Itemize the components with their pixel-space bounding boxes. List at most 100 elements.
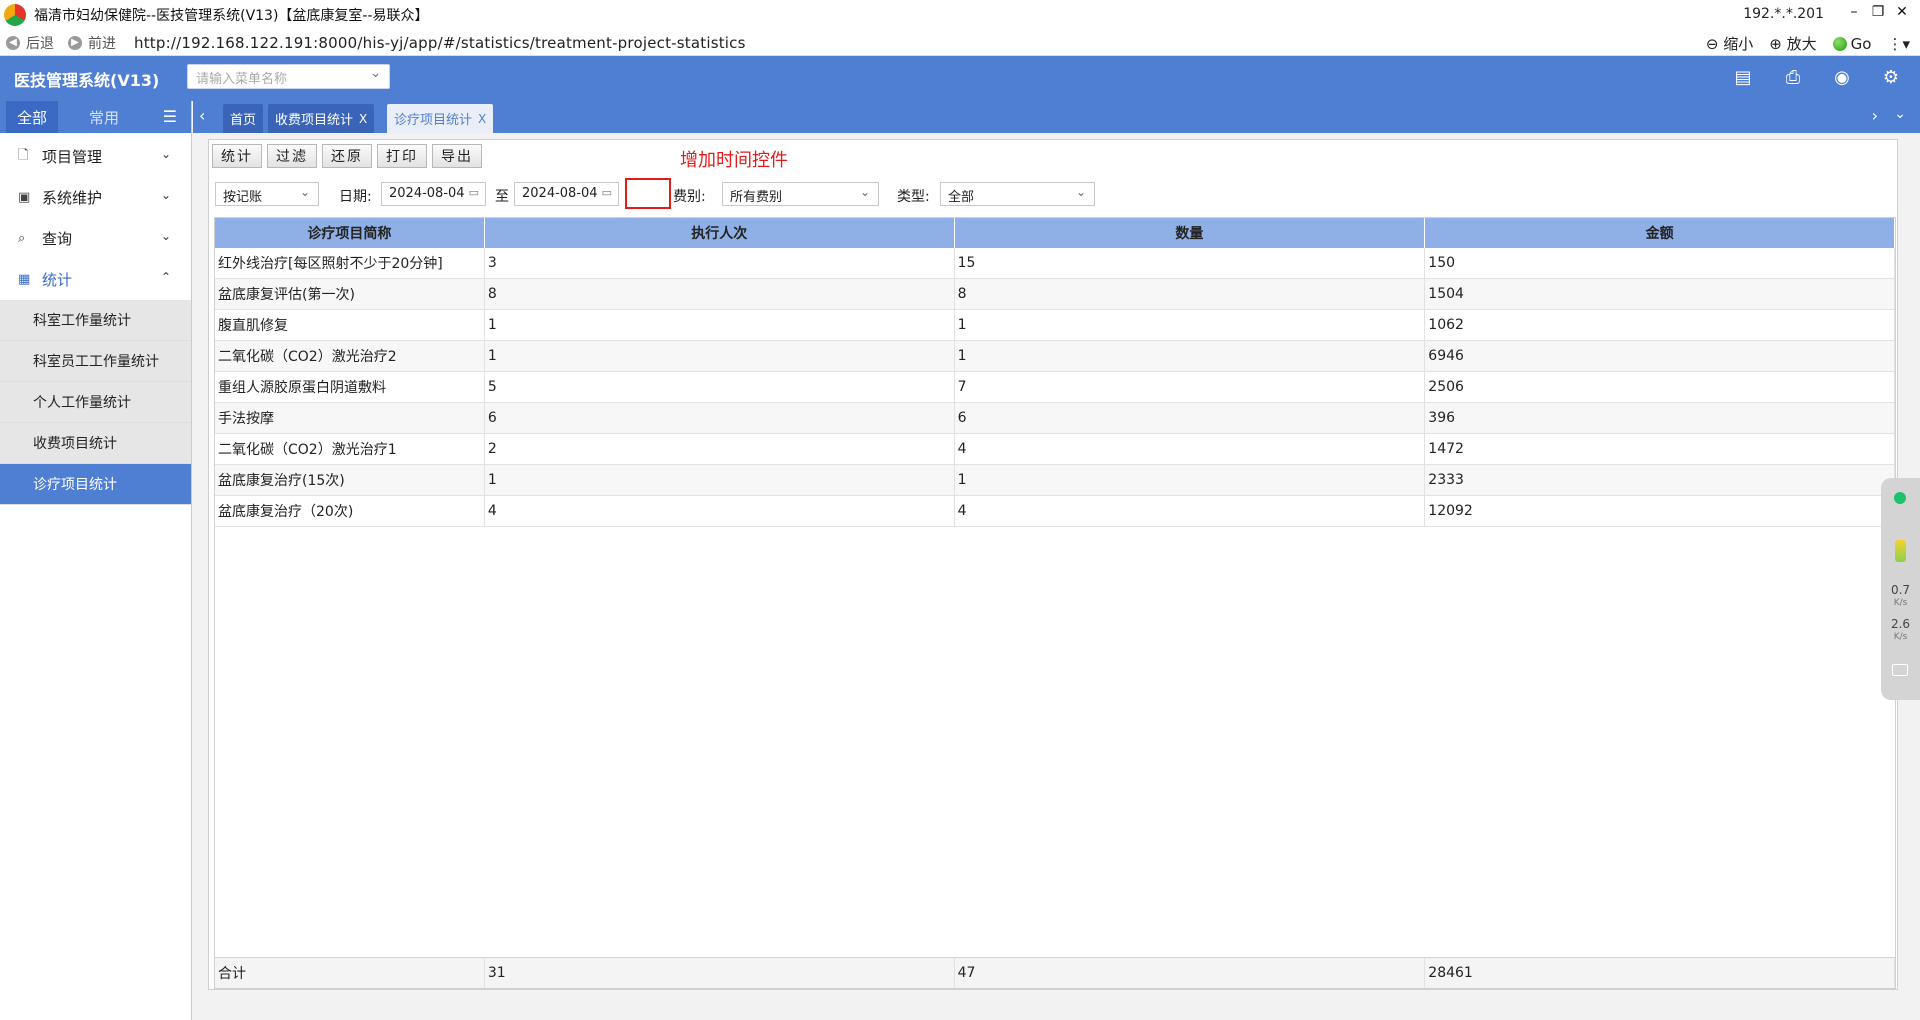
restore-icon[interactable]: ❐: [1868, 4, 1888, 20]
sidebar-tabs: 全部 常用 ☰: [0, 101, 191, 133]
mode-value: 按记账: [223, 190, 263, 205]
camera-icon[interactable]: [1892, 664, 1908, 676]
minimize-icon[interactable]: –: [1844, 4, 1864, 20]
type-label: 类型:: [897, 189, 930, 205]
url-field[interactable]: http://192.168.122.191:8000/his-yj/app/#…: [134, 34, 746, 52]
download-unit: K/s: [1893, 632, 1908, 642]
table-cell: 12092: [1425, 496, 1895, 526]
sidebar-subitem-treatment-items[interactable]: 诊疗项目统计: [0, 464, 191, 505]
go-button[interactable]: Go: [1832, 35, 1871, 53]
fee-value: 所有费别: [730, 190, 783, 205]
zoom-out-label: 缩小: [1723, 35, 1754, 53]
table-cell: 1: [955, 310, 1426, 340]
tab-charge-items[interactable]: 收费项目统计 X: [268, 104, 375, 133]
tab-label: 收费项目统计: [275, 113, 354, 128]
more-menu-icon[interactable]: ⋮▾: [1887, 35, 1910, 53]
back-button[interactable]: ◀ 后退: [6, 33, 54, 53]
table-row[interactable]: 红外线治疗[每区照射不少于20分钟] 3 15 150: [215, 248, 1895, 279]
table-row[interactable]: 盆底康复治疗（20次) 4 4 12092: [215, 496, 1895, 527]
print-button[interactable]: 打印: [377, 144, 427, 168]
sidebar-item-system-maintenance[interactable]: ▣ 系统维护 ⌄: [0, 177, 191, 218]
eye-icon[interactable]: ◉: [1831, 67, 1853, 89]
table-row[interactable]: 二氧化碳（CO2）激光治疗2 1 1 6946: [215, 341, 1895, 372]
monitor-icon: ▣: [18, 190, 31, 205]
sidebar-subitem-personal-workload[interactable]: 个人工作量统计: [0, 382, 191, 423]
tab-home[interactable]: 首页: [223, 104, 264, 133]
filter-button[interactable]: 过滤: [267, 144, 317, 168]
table-header: 诊疗项目简称 执行人次 数量 金额: [215, 218, 1895, 248]
app-header: 医技管理系统(V13) 请输入菜单名称 ⌄ ▤ ⎙ ◉ ⚙: [0, 56, 1920, 101]
table-row[interactable]: 盆底康复评估(第一次) 8 8 1504: [215, 279, 1895, 310]
table-row[interactable]: 重组人源胶原蛋白阴道敷料 5 7 2506: [215, 372, 1895, 403]
table-cell: 150: [1425, 248, 1895, 278]
chevron-down-icon: ⌄: [370, 66, 381, 81]
table-cell: 3: [485, 248, 955, 278]
menu-toggle-icon[interactable]: ☰: [163, 107, 177, 126]
table-row[interactable]: 二氧化碳（CO2）激光治疗1 2 4 1472: [215, 434, 1895, 465]
footer-cell: 合计: [215, 958, 485, 988]
time-control-placeholder[interactable]: [625, 178, 671, 209]
date-from-field[interactable]: 2024-08-04 ▭: [381, 182, 486, 206]
table-body: 红外线治疗[每区照射不少于20分钟] 3 15 150 盆底康复评估(第一次) 8 8 150…: [215, 248, 1895, 527]
table-row[interactable]: 腹直肌修复 1 1 1062: [215, 310, 1895, 341]
sidebar-subitem-dept-workload[interactable]: 科室工作量统计: [0, 300, 191, 341]
table-cell: 1: [955, 465, 1426, 495]
table-cell: 8: [955, 279, 1426, 309]
fee-select[interactable]: 所有费别 ⌄: [722, 182, 879, 206]
chevron-left-icon[interactable]: ‹: [199, 106, 205, 125]
stat-button[interactable]: 统计: [212, 144, 262, 168]
sidebar-tab-all[interactable]: 全部: [6, 101, 58, 133]
sidebar-item-statistics[interactable]: ▦ 统计 ⌃: [0, 259, 191, 300]
mode-select[interactable]: 按记账 ⌄: [215, 182, 319, 206]
table-cell: 1: [485, 465, 955, 495]
column-header[interactable]: 诊疗项目简称: [215, 218, 485, 248]
sidebar-item-query[interactable]: ⌕ 查询 ⌄: [0, 218, 191, 259]
type-select[interactable]: 全部 ⌄: [940, 182, 1095, 206]
back-label: 后退: [26, 35, 54, 52]
calendar-icon[interactable]: ▭: [602, 186, 612, 199]
app-logo-icon: [4, 4, 26, 26]
close-icon[interactable]: X: [478, 112, 486, 126]
column-header[interactable]: 执行人次: [485, 218, 955, 248]
table-row[interactable]: 盆底康复治疗(15次) 1 1 2333: [215, 465, 1895, 496]
table-cell: 盆底康复评估(第一次): [215, 279, 485, 309]
table-cell: 6: [485, 403, 955, 433]
close-icon[interactable]: X: [359, 112, 367, 126]
zoom-in-button[interactable]: ⊕ 放大: [1769, 33, 1816, 54]
calendar-icon[interactable]: ▭: [469, 186, 479, 199]
network-monitor-widget[interactable]: 0.7 K/s 2.6 K/s: [1881, 478, 1920, 700]
tab-treatment-items[interactable]: 诊疗项目统计 X: [387, 104, 494, 133]
close-icon[interactable]: ✕: [1892, 4, 1912, 20]
app-title: 医技管理系统(V13): [14, 71, 160, 90]
date-to-field[interactable]: 2024-08-04 ▭: [514, 182, 619, 206]
sidebar-subitem-staff-workload[interactable]: 科室员工工作量统计: [0, 341, 191, 382]
toolbar: 统计 过滤 还原 打印 导出: [212, 144, 482, 168]
gear-icon[interactable]: ⚙: [1880, 67, 1902, 89]
main-content: 统计 过滤 还原 打印 导出 增加时间控件 按记账 ⌄ 日期: 2024-08-…: [208, 139, 1898, 990]
chart-icon: ▦: [18, 272, 31, 287]
menu-search-input[interactable]: 请输入菜单名称 ⌄: [187, 64, 390, 89]
forward-button[interactable]: ▶ 前进: [68, 33, 116, 53]
column-header[interactable]: 金额: [1425, 218, 1895, 248]
table-row[interactable]: 手法按摩 6 6 396: [215, 403, 1895, 434]
table-cell: 盆底康复治疗(15次): [215, 465, 485, 495]
sidebar-item-label: 统计: [42, 271, 73, 289]
sidebar-item-project-management[interactable]: 🗋 项目管理 ⌄: [0, 136, 191, 177]
id-card-icon[interactable]: ▤: [1732, 67, 1754, 89]
sidebar-subitem-charge-items[interactable]: 收费项目统计: [0, 423, 191, 464]
table-footer: 合计 31 47 28461: [215, 957, 1895, 988]
chevron-down-icon: ⌄: [859, 185, 870, 199]
chevron-right-icon[interactable]: ›: [1872, 106, 1878, 125]
sidebar-tab-common[interactable]: 常用: [78, 101, 130, 133]
go-icon: [1832, 36, 1847, 51]
export-button[interactable]: 导出: [432, 144, 482, 168]
restore-button[interactable]: 还原: [322, 144, 372, 168]
table-cell: 396: [1425, 403, 1895, 433]
print-icon[interactable]: ⎙: [1782, 67, 1804, 89]
chevron-down-icon[interactable]: ⌄: [1894, 106, 1906, 122]
zoom-out-button[interactable]: ⊖ 缩小: [1706, 33, 1753, 54]
filter-bar: 按记账 ⌄ 日期: 2024-08-04 ▭ 至 2024-08-04 ▭ 费别…: [215, 182, 1895, 207]
table-cell: 1: [955, 341, 1426, 371]
column-header[interactable]: 数量: [955, 218, 1426, 248]
forward-label: 前进: [88, 35, 116, 52]
